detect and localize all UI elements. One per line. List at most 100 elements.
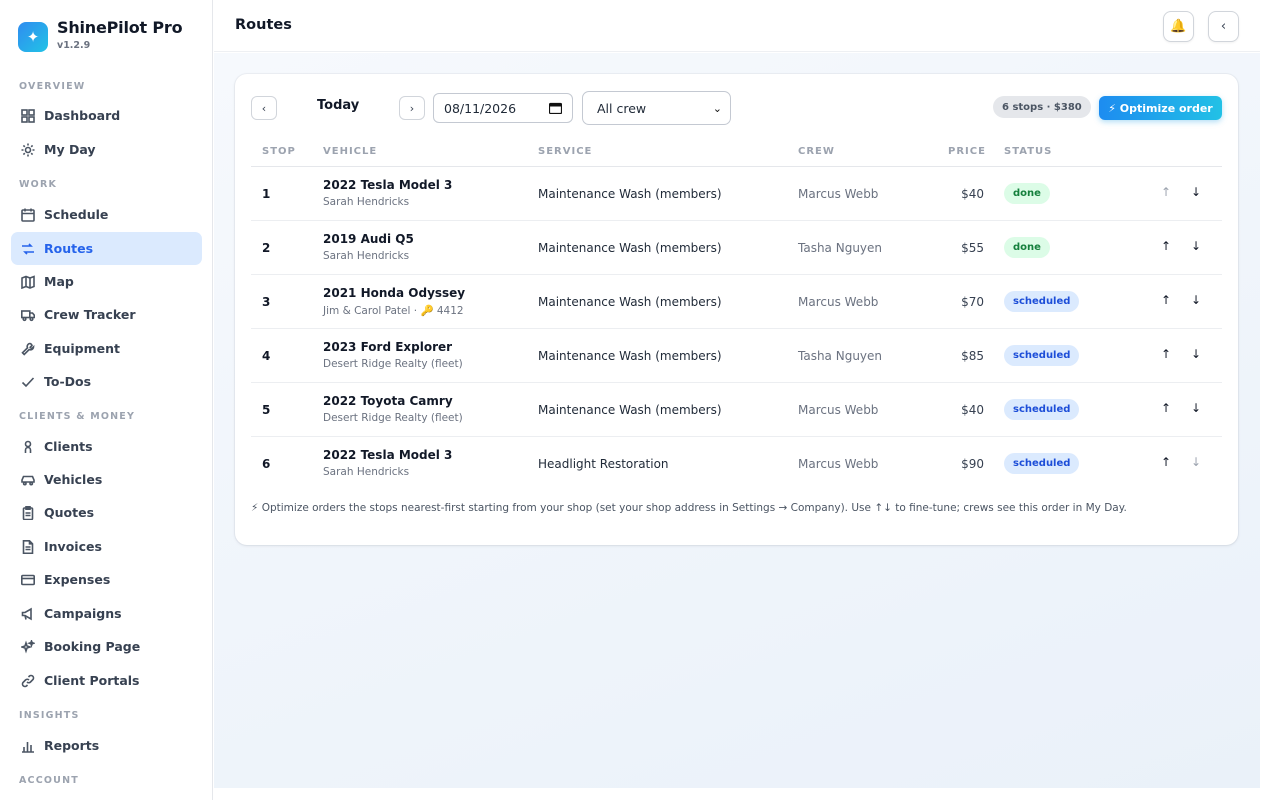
stop-number: 6 [262,457,271,471]
table-header: STOP VEHICLE SERVICE CREW PRICE STATUS [251,143,1222,167]
sidebar-item-my-day[interactable]: My Day [11,133,202,166]
column-header-status: STATUS [1004,146,1053,157]
vehicle-owner: Sarah Hendricks [323,250,410,262]
sidebar-item-label: Quotes [44,505,95,520]
price: $70 [961,295,984,309]
service-name: Maintenance Wash (members) [538,349,722,363]
sidebar-item-label: Map [44,274,74,289]
vehicle-name: 2023 Ford Explorer [323,340,453,354]
column-header-service: SERVICE [538,146,593,157]
next-day-button[interactable]: › [399,96,425,120]
sidebar-item-clients[interactable]: Clients [11,430,202,463]
vehicle-cell: 2022 Tesla Model 3 Sarah Hendricks [323,448,452,478]
table-row[interactable]: 5 2022 Toyota Camry Desert Ridge Realty (f… [251,383,1222,437]
status-badge: scheduled [1004,345,1080,366]
move-down-button[interactable]: ↓ [1189,185,1203,199]
status-badge: done [1004,183,1050,204]
move-up-button[interactable]: ↑ [1159,239,1173,253]
person-icon [20,439,36,455]
stop-number: 3 [262,295,271,309]
crew-name: Marcus Webb [798,187,879,201]
main-content: ‹ Today › 08/11/2026 All crew ⌄ 6 stops … [214,53,1260,788]
invoice-icon [20,539,36,555]
sidebar-item-schedule[interactable]: Schedule [11,198,202,231]
sidebar-item-invoices[interactable]: Invoices [11,530,202,563]
sidebar-item-expenses[interactable]: Expenses [11,563,202,596]
move-up-button[interactable]: ↑ [1159,347,1173,361]
vehicle-cell: 2022 Toyota Camry Desert Ridge Realty (fl… [323,394,463,424]
sidebar-item-reports[interactable]: Reports [11,729,202,762]
move-up-button[interactable]: ↑ [1159,293,1173,307]
sidebar-item-label: Vehicles [44,472,103,487]
sidebar-item-label: Client Portals [44,673,140,688]
service-name: Headlight Restoration [538,457,669,471]
date-value: 08/11/2026 [444,100,517,116]
optimize-order-button[interactable]: ⚡ Optimize order [1099,96,1222,120]
stop-number: 4 [262,349,271,363]
today-label[interactable]: Today [317,98,359,113]
stop-number: 1 [262,187,271,201]
move-down-button[interactable]: ↓ [1189,293,1203,307]
calendar-icon[interactable] [549,102,562,114]
sidebar-item-quotes[interactable]: Quotes [11,496,202,529]
column-header-price: PRICE [948,146,986,157]
section-label-insights: INSIGHTS [19,710,80,721]
sidebar-item-label: Schedule [44,207,109,222]
collapse-button[interactable]: ‹ [1208,11,1239,42]
calendar-icon [20,207,36,223]
status-badge: scheduled [1004,453,1080,474]
stop-number: 2 [262,241,271,255]
crew-filter-select[interactable]: All crew ⌄ [582,91,731,125]
routes-card: ‹ Today › 08/11/2026 All crew ⌄ 6 stops … [235,74,1238,545]
sidebar-item-map[interactable]: Map [11,265,202,298]
crew-name: Marcus Webb [798,457,879,471]
vehicle-owner: Jim & Carol Patel · 🔑 4412 [323,305,464,317]
topbar: Routes 🔔 ‹ [214,0,1260,52]
sidebar-item-booking-page[interactable]: Booking Page [11,630,202,663]
vehicle-cell: 2022 Tesla Model 3 Sarah Hendricks [323,178,452,208]
sidebar-item-to-dos[interactable]: To-Dos [11,365,202,398]
wrench-icon [20,341,36,357]
sidebar-item-client-portals[interactable]: Client Portals [11,664,202,697]
bell-icon: 🔔 [1170,19,1187,34]
table-row[interactable]: 2 2019 Audi Q5 Sarah Hendricks Maintenance … [251,221,1222,275]
table-row[interactable]: 6 2022 Tesla Model 3 Sarah Hendricks Headli… [251,437,1222,491]
section-label-overview: OVERVIEW [19,81,86,92]
sidebar-item-crew-tracker[interactable]: Crew Tracker [11,298,202,331]
service-name: Maintenance Wash (members) [538,241,722,255]
move-down-button[interactable]: ↓ [1189,455,1203,469]
price: $85 [961,349,984,363]
service-name: Maintenance Wash (members) [538,403,722,417]
brand[interactable]: ✦ ShinePilot Pro v1.2.9 [18,18,183,52]
price: $55 [961,241,984,255]
move-up-button[interactable]: ↑ [1159,455,1173,469]
crew-name: Tasha Nguyen [798,241,883,255]
move-up-button[interactable]: ↑ [1159,401,1173,415]
sidebar-item-dashboard[interactable]: Dashboard [11,99,202,132]
move-down-button[interactable]: ↓ [1189,401,1203,415]
sun-icon [20,142,36,158]
move-down-button[interactable]: ↓ [1189,239,1203,253]
dashboard-icon [20,108,36,124]
notifications-button[interactable]: 🔔 [1163,11,1194,42]
car-icon [20,472,36,488]
move-down-button[interactable]: ↓ [1189,347,1203,361]
sidebar-item-label: My Day [44,142,96,157]
sidebar-item-campaigns[interactable]: Campaigns [11,597,202,630]
prev-day-button[interactable]: ‹ [251,96,277,120]
table-row[interactable]: 3 2021 Honda Odyssey Jim & Carol Patel · 🔑… [251,275,1222,329]
crew-name: Marcus Webb [798,403,879,417]
vehicle-name: 2021 Honda Odyssey [323,286,466,300]
move-up-button[interactable]: ↑ [1159,185,1173,199]
sidebar-item-equipment[interactable]: Equipment [11,332,202,365]
sparkle-icon: ✦ [18,22,48,52]
sidebar-item-routes[interactable]: Routes [11,232,202,265]
table-row[interactable]: 1 2022 Tesla Model 3 Sarah Hendricks Mainte… [251,167,1222,221]
clipboard-icon [20,505,36,521]
sidebar-item-vehicles[interactable]: Vehicles [11,463,202,496]
check-icon [20,374,36,390]
date-input[interactable]: 08/11/2026 [433,93,573,123]
card-icon [20,572,36,588]
table-row[interactable]: 4 2023 Ford Explorer Desert Ridge Realty (… [251,329,1222,383]
section-label-account: ACCOUNT [19,775,79,786]
